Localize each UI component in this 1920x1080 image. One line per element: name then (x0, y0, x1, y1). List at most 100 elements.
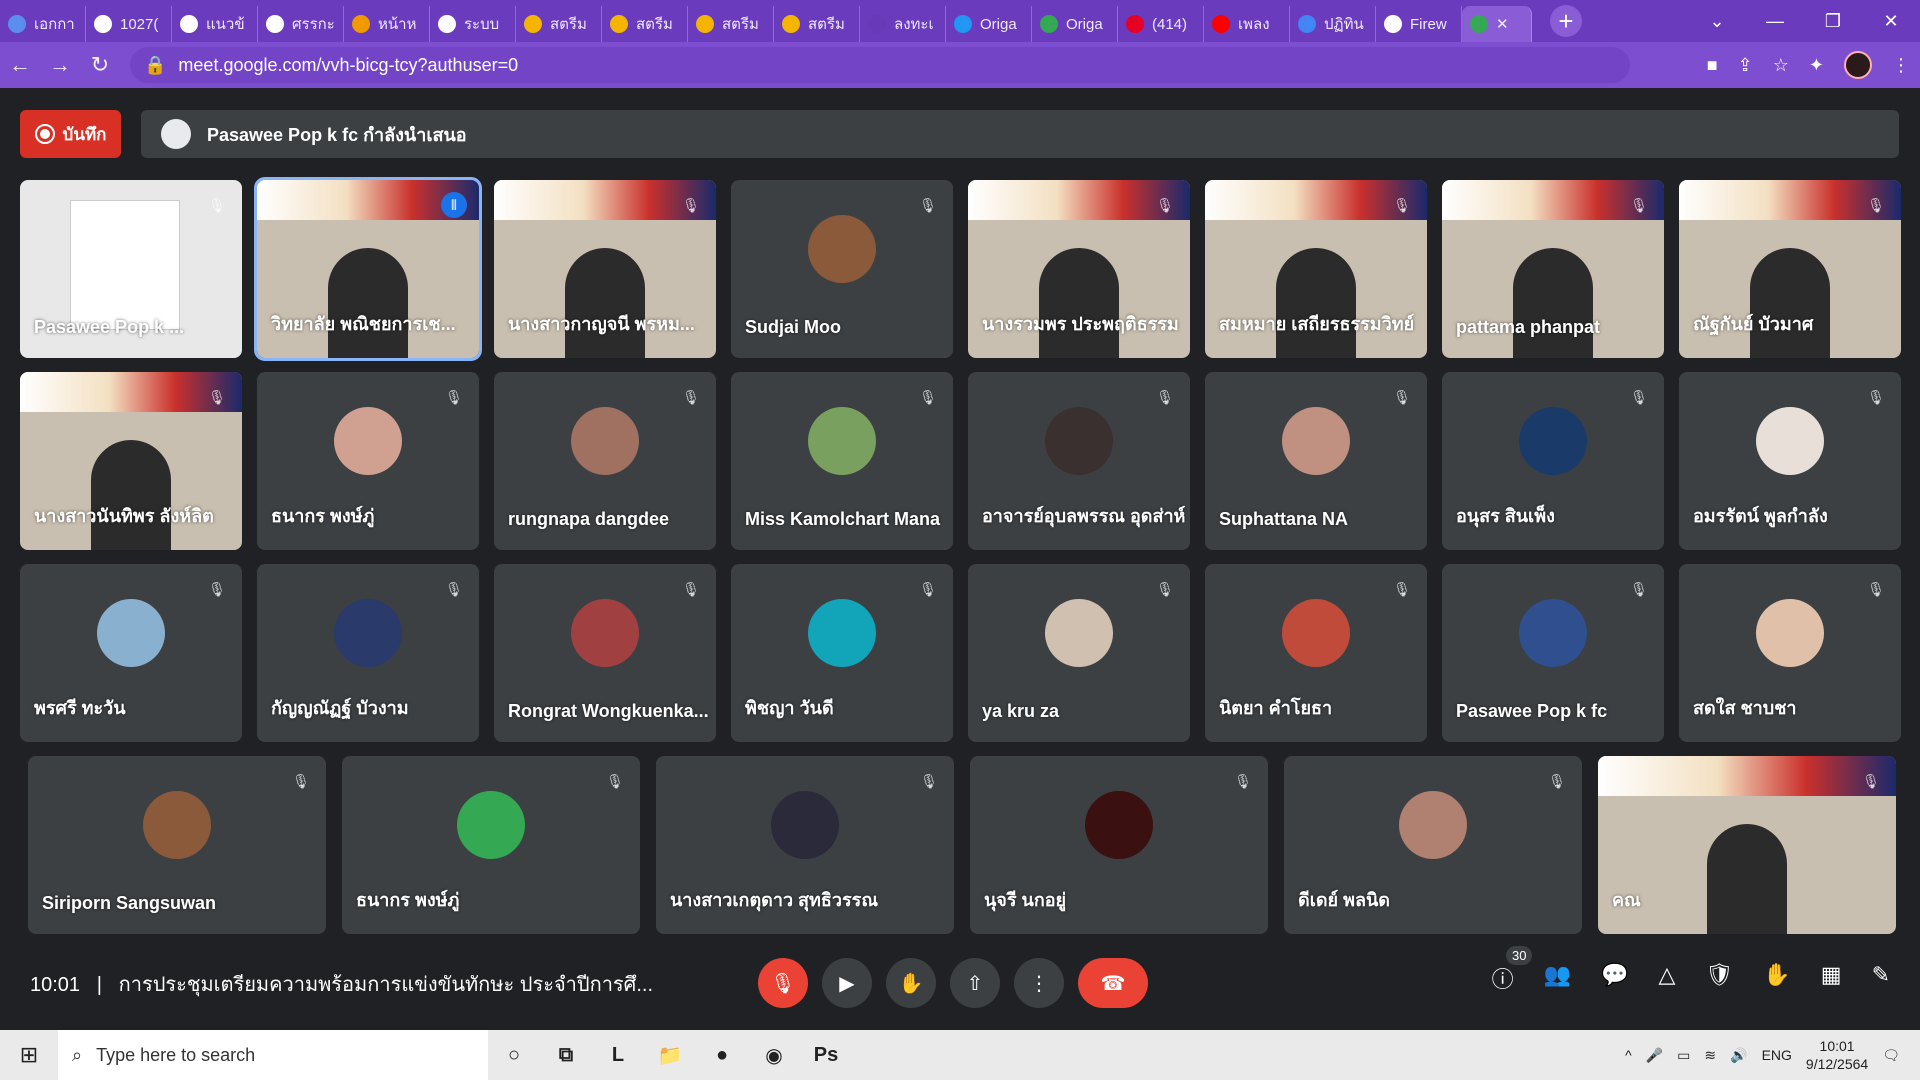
participant-tile[interactable]: 🎙 Miss Kamolchart Mana (731, 372, 953, 550)
notifications-icon[interactable]: 🗨 (1882, 1047, 1900, 1064)
browser-tab[interactable]: หน้าห (344, 6, 430, 42)
browser-tab[interactable]: สตรีม (688, 6, 774, 42)
file-explorer-icon[interactable]: 📁 (644, 1030, 696, 1080)
restore-icon[interactable]: ❐ (1804, 11, 1862, 32)
taskbar-search-input[interactable]: ⌕ Type here to search (58, 1030, 488, 1080)
minimize-icon[interactable]: — (1746, 11, 1804, 32)
extensions-icon[interactable]: ✦ (1809, 55, 1824, 76)
participant-avatar (143, 791, 211, 859)
share-icon[interactable]: ⇪ (1738, 55, 1753, 76)
browser-tab[interactable]: สตรีม (516, 6, 602, 42)
participant-tile[interactable]: 🎙 นางสาวกาญจนี พรหม... (494, 180, 716, 358)
profile-avatar[interactable] (1844, 51, 1872, 79)
language-indicator[interactable]: ENG (1762, 1047, 1792, 1063)
participant-tile[interactable]: 🎙 สดใส ชาบชา (1679, 564, 1901, 742)
tray-chevron-icon[interactable]: ^ (1625, 1047, 1632, 1063)
task-view-icon[interactable]: ⧉ (540, 1030, 592, 1080)
participant-tile[interactable]: 🎙 ธนากร พงษ์ภู่ (257, 372, 479, 550)
participant-tile[interactable]: 🎙 Pasawee Pop k fc (1442, 564, 1664, 742)
participant-tile[interactable]: 🎙 พรศรี ทะวัน (20, 564, 242, 742)
participant-tile[interactable]: 🎙 นางสาวนันทิพร ลังห์ลิต (20, 372, 242, 550)
participant-tile[interactable]: 🎙 พิชญา วันดี (731, 564, 953, 742)
browser-tab[interactable]: สตรีม (774, 6, 860, 42)
tab-search-icon[interactable]: ⌄ (1688, 11, 1746, 32)
line-app-icon[interactable]: ● (696, 1030, 748, 1080)
participant-tile[interactable]: 🎙 rungnapa dangdee (494, 372, 716, 550)
participant-tile[interactable]: 🎙 ณัฐกันย์ บัวมาศ (1679, 180, 1901, 358)
activities-icon[interactable]: △ (1659, 962, 1676, 994)
participant-tile[interactable]: 🎙 นางรวมพร ประพฤติธรรม (968, 180, 1190, 358)
participant-tile[interactable]: 🎙 Sudjai Moo (731, 180, 953, 358)
menu-icon[interactable]: ⋮ (1892, 55, 1910, 76)
new-tab-button[interactable]: + (1550, 5, 1582, 37)
photoshop-icon[interactable]: Ps (800, 1030, 852, 1080)
cortana-icon[interactable]: ○ (488, 1030, 540, 1080)
participant-tile[interactable]: 🎙 นุจรี นกอยู่ (970, 756, 1268, 934)
browser-tab[interactable]: ศรรกะ (258, 6, 344, 42)
participant-tile[interactable]: 🎙 อาจารย์อุบลพรรณ อุดส่าห์ (968, 372, 1190, 550)
close-tab-icon[interactable]: ✕ (1496, 15, 1509, 33)
url-input[interactable]: 🔒 meet.google.com/vvh-bicg-tcy?authuser=… (130, 47, 1630, 83)
battery-icon[interactable]: ▭ (1677, 1047, 1690, 1064)
browser-tab[interactable]: สตรีม (602, 6, 688, 42)
participant-tile[interactable]: 🎙 สมหมาย เสถียรธรรมวิทย์ (1205, 180, 1427, 358)
participant-tile[interactable]: 🎙 กัญญณัฏฐ์ บัวงาม (257, 564, 479, 742)
windows-start-icon[interactable]: ⊞ (0, 1042, 58, 1068)
app-l-icon[interactable]: L (592, 1030, 644, 1080)
mic-muted-icon: 🎙 (292, 772, 310, 789)
chrome-icon[interactable]: ◉ (748, 1030, 800, 1080)
participant-tile[interactable]: 🎙 Siriporn Sangsuwan (28, 756, 326, 934)
participant-tile[interactable]: 🎙 อมรรัตน์ พูลกำลัง (1679, 372, 1901, 550)
participant-tile[interactable]: 🎙 นิตยา คำโยธา (1205, 564, 1427, 742)
mic-tray-icon[interactable]: 🎤 (1646, 1047, 1663, 1064)
camera-icon[interactable]: ■ (1707, 55, 1718, 76)
host-controls-icon[interactable]: 🛡 (1705, 962, 1733, 994)
close-window-icon[interactable]: ✕ (1862, 11, 1920, 32)
grid-layout-icon[interactable]: ▦ (1821, 962, 1842, 994)
browser-tab[interactable]: (414) (1118, 6, 1204, 42)
browser-tab[interactable]: แนวข้ (172, 6, 258, 42)
pen-icon[interactable]: ✎ (1872, 962, 1890, 994)
record-button[interactable]: บันทึก (20, 110, 121, 158)
participant-tile[interactable]: 🎙 คณ (1598, 756, 1896, 934)
back-icon[interactable]: ← (0, 52, 40, 78)
participant-tile[interactable]: 🎙 Suphattana NA (1205, 372, 1427, 550)
active-meet-tab[interactable]: ✕ (1462, 6, 1532, 42)
chat-icon[interactable]: 💬 (1601, 962, 1628, 994)
reload-icon[interactable]: ↻ (80, 52, 120, 78)
camera-toggle-button[interactable]: ▶ (822, 958, 872, 1008)
participant-tile[interactable]: 🎙 pattama phanpat (1442, 180, 1664, 358)
present-button[interactable]: ⇧ (950, 958, 1000, 1008)
browser-tab[interactable]: ลงทะเ (860, 6, 946, 42)
video-person (1707, 824, 1787, 934)
wifi-icon[interactable]: ≋ (1704, 1047, 1716, 1064)
browser-tab[interactable]: Origa (946, 6, 1032, 42)
raise-hand-button[interactable]: ✋ (886, 958, 936, 1008)
participant-tile[interactable]: 🎙 ดีเดย์ พลนิด (1284, 756, 1582, 934)
participant-tile[interactable]: 🎙 นางสาวเกตุดาว สุทธิวรรณ (656, 756, 954, 934)
extension-icon[interactable]: ✋ (1763, 962, 1790, 994)
presenting-banner[interactable]: Pasawee Pop k fc กำลังนำเสนอ (141, 110, 1899, 158)
browser-tab[interactable]: 1027( (86, 6, 172, 42)
participant-tile[interactable]: 🎙 Pasawee Pop k ... (20, 180, 242, 358)
forward-icon[interactable]: → (40, 52, 80, 78)
participant-tile[interactable]: 🎙 ธนากร พงษ์ภู่ (342, 756, 640, 934)
leave-call-button[interactable]: ☎ (1078, 958, 1148, 1008)
browser-tab[interactable]: ปฏิทิน (1290, 6, 1376, 42)
browser-tab[interactable]: Firew (1376, 6, 1462, 42)
participant-tile[interactable]: 🎙 Rongrat Wongkuenka... (494, 564, 716, 742)
people-icon[interactable]: 👥 (1544, 962, 1571, 994)
browser-tab[interactable]: เพลง (1204, 6, 1290, 42)
bookmark-star-icon[interactable]: ☆ (1773, 55, 1789, 76)
participant-tile[interactable]: 🎙 ya kru za (968, 564, 1190, 742)
mic-toggle-button[interactable]: 🎙 (758, 958, 808, 1008)
more-options-button[interactable]: ⋮ (1014, 958, 1064, 1008)
taskbar-clock[interactable]: 10:01 9/12/2564 (1806, 1037, 1868, 1073)
browser-tab[interactable]: ระบบ (430, 6, 516, 42)
info-icon[interactable]: ⓘ (1492, 962, 1514, 994)
participant-tile[interactable]: ⦀ วิทยาลัย พณิชยการเช... (254, 177, 482, 361)
browser-tab[interactable]: เอกกา (0, 6, 86, 42)
participant-tile[interactable]: 🎙 อนุสร สินเพ็ง (1442, 372, 1664, 550)
volume-icon[interactable]: 🔊 (1730, 1047, 1747, 1064)
browser-tab[interactable]: Origa (1032, 6, 1118, 42)
